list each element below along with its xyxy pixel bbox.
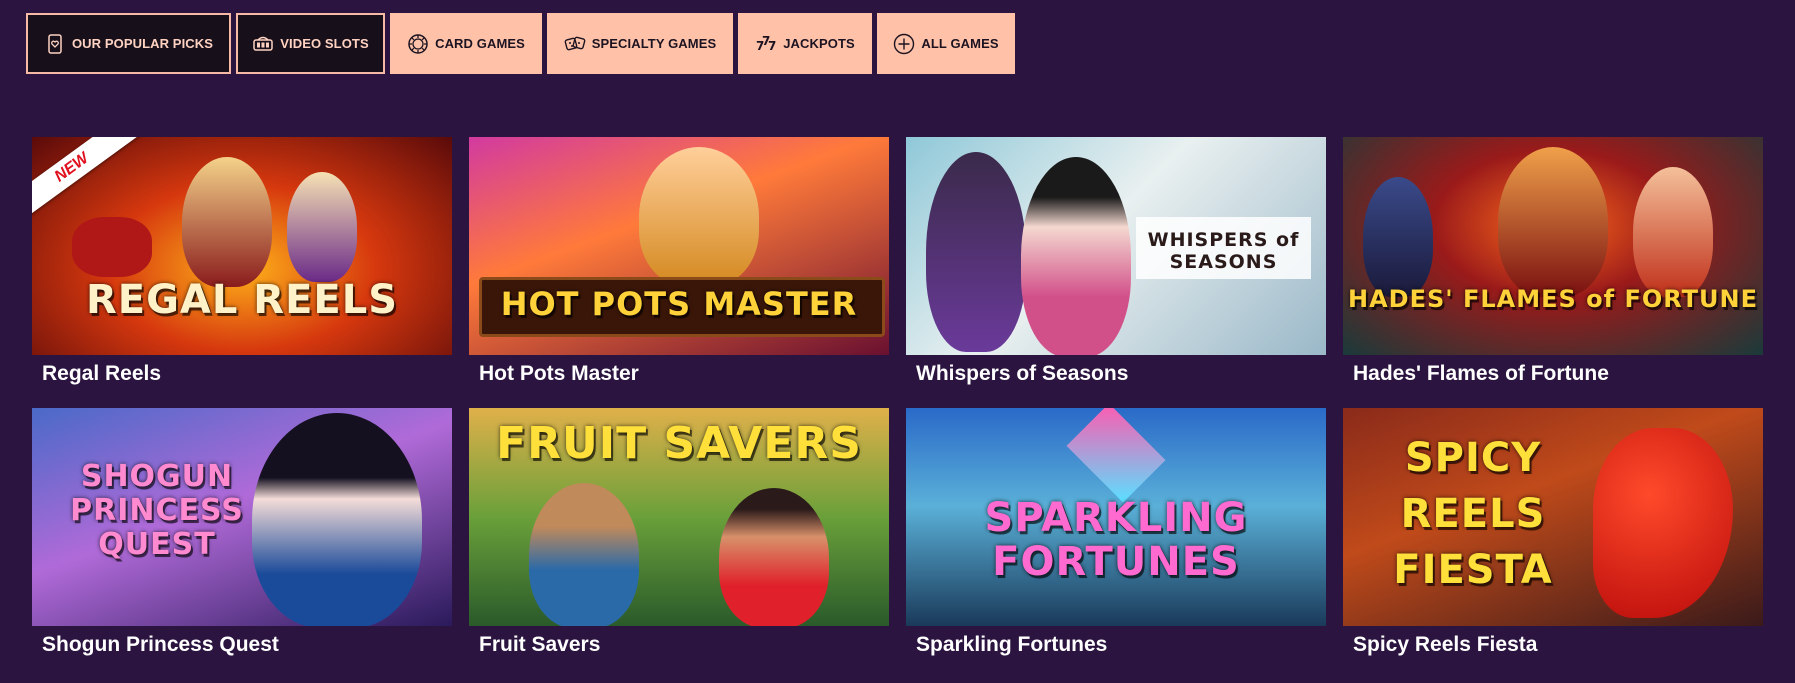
games-lobby: OUR POPULAR PICKS VIDEO SLOTS CARD GAMES… — [0, 0, 1795, 683]
game-logo: WHISPERS of SEASONS — [1147, 229, 1300, 273]
category-tabs: OUR POPULAR PICKS VIDEO SLOTS CARD GAMES… — [26, 13, 1015, 74]
game-card-whispers-of-seasons[interactable]: WHISPERS of SEASONS Whispers of Seasons — [906, 137, 1326, 408]
game-card-shogun-princess-quest[interactable]: SHOGUN PRINCESS QUEST Shogun Princess Qu… — [32, 408, 452, 679]
game-thumbnail[interactable]: SHOGUN PRINCESS QUEST — [32, 408, 452, 626]
tab-label: ALL GAMES — [921, 36, 999, 51]
game-title: Hades' Flames of Fortune — [1353, 362, 1609, 385]
poker-chip-icon — [407, 33, 429, 55]
tab-label: OUR POPULAR PICKS — [71, 36, 214, 51]
game-thumbnail[interactable]: WHISPERS of SEASONS — [906, 137, 1326, 355]
sevens-icon: 777 — [755, 33, 777, 55]
tab-all-games[interactable]: ALL GAMES — [877, 13, 1015, 74]
slot-machine-icon — [252, 33, 274, 55]
svg-text:7: 7 — [768, 39, 776, 53]
game-title: Sparkling Fortunes — [916, 633, 1108, 656]
game-title: Shogun Princess Quest — [42, 633, 279, 656]
game-logo: REGAL REELS — [85, 277, 399, 323]
game-title: Spicy Reels Fiesta — [1353, 633, 1538, 656]
game-thumbnail[interactable]: SPARKLING FORTUNES — [906, 408, 1326, 626]
games-grid: REGAL REELS NEW Regal Reels HOT POTS MAS… — [32, 137, 1763, 679]
heart-card-icon — [44, 33, 66, 55]
game-title: Whispers of Seasons — [916, 362, 1129, 385]
game-logo: SPICY REELS FIESTA — [1393, 435, 1553, 593]
game-thumbnail[interactable]: HADES' FLAMES of FORTUNE — [1343, 137, 1763, 355]
tab-label: CARD GAMES — [435, 36, 525, 51]
game-logo: SHOGUN PRINCESS QUEST — [70, 459, 244, 562]
dice-icon — [564, 33, 586, 55]
tab-specialty-games[interactable]: SPECIALTY GAMES — [547, 13, 733, 74]
game-logo: HOT POTS MASTER — [500, 285, 858, 323]
game-card-regal-reels[interactable]: REGAL REELS NEW Regal Reels — [32, 137, 452, 408]
tab-label: JACKPOTS — [783, 36, 855, 51]
game-thumbnail[interactable]: HOT POTS MASTER — [469, 137, 889, 355]
tab-video-slots[interactable]: VIDEO SLOTS — [236, 13, 385, 74]
game-card-hot-pots-master[interactable]: HOT POTS MASTER Hot Pots Master — [469, 137, 889, 408]
tab-jackpots[interactable]: 777 JACKPOTS — [738, 13, 872, 74]
game-card-spicy-reels-fiesta[interactable]: SPICY REELS FIESTA Spicy Reels Fiesta — [1343, 408, 1763, 679]
game-thumbnail[interactable]: SPICY REELS FIESTA — [1343, 408, 1763, 626]
tab-card-games[interactable]: CARD GAMES — [390, 13, 542, 74]
tab-label: VIDEO SLOTS — [280, 36, 369, 51]
game-title: Regal Reels — [42, 362, 162, 385]
plus-circle-icon — [893, 33, 915, 55]
game-thumbnail[interactable]: FRUIT SAVERS — [469, 408, 889, 626]
game-title: Fruit Savers — [479, 633, 601, 656]
tab-label: SPECIALTY GAMES — [591, 36, 717, 51]
game-card-hades-flames-of-fortune[interactable]: HADES' FLAMES of FORTUNE Hades' Flames o… — [1343, 137, 1763, 408]
game-logo: FRUIT SAVERS — [496, 418, 862, 469]
game-title: Hot Pots Master — [479, 362, 639, 385]
game-card-fruit-savers[interactable]: FRUIT SAVERS Fruit Savers — [469, 408, 889, 679]
game-logo: HADES' FLAMES of FORTUNE — [1348, 285, 1758, 313]
game-logo: SPARKLING FORTUNES — [984, 495, 1248, 585]
game-card-sparkling-fortunes[interactable]: SPARKLING FORTUNES Sparkling Fortunes — [906, 408, 1326, 679]
game-thumbnail[interactable]: REGAL REELS NEW — [32, 137, 452, 355]
tab-our-popular-picks[interactable]: OUR POPULAR PICKS — [26, 13, 231, 74]
